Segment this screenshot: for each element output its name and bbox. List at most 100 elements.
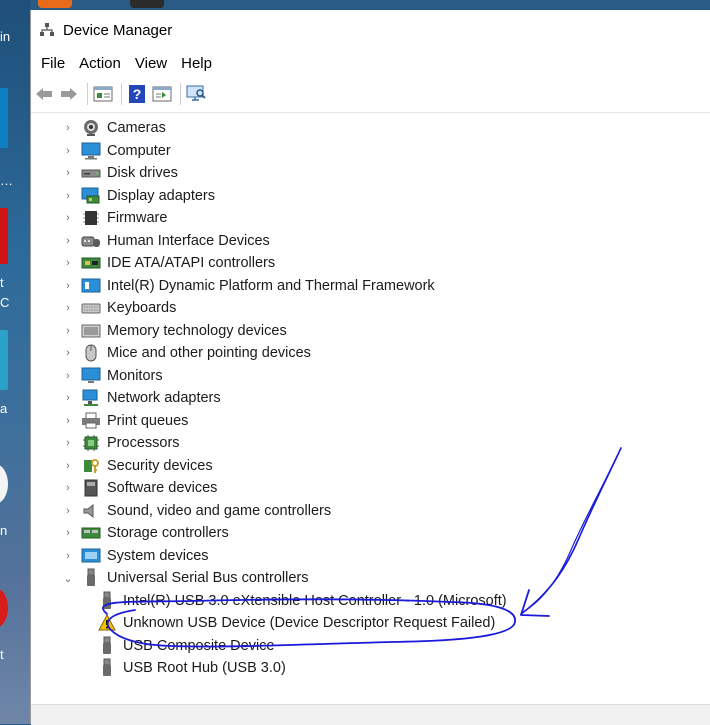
tree-item-intel-r-dynamic-platform-and-thermal-framework[interactable]: › Intel(R) Dynamic Platform and Thermal F… (61, 275, 435, 297)
device-manager-app-icon (39, 22, 55, 38)
toolbar-separator (121, 83, 122, 105)
tree-item-ide-ata-atapi-controllers[interactable]: › IDE ATA/ATAPI controllers (61, 252, 275, 274)
pinned-app-icon-dark[interactable] (130, 0, 164, 8)
display-adapter-icon (81, 187, 101, 205)
expand-chevron-icon[interactable]: › (61, 460, 75, 472)
expand-chevron-icon[interactable]: › (61, 280, 75, 292)
desktop-label: a (0, 401, 8, 416)
tree-item-label: Universal Serial Bus controllers (107, 570, 309, 586)
tree-item-label: Intel(R) Dynamic Platform and Thermal Fr… (107, 277, 435, 294)
desktop-icon-blue[interactable] (0, 88, 8, 148)
printer-icon (81, 412, 101, 430)
menu-view[interactable]: View (128, 55, 174, 72)
tree-item-memory-technology-devices[interactable]: › Memory technology devices (61, 320, 287, 342)
tree-item-security-devices[interactable]: › Security devices (61, 455, 212, 477)
tree-item-print-queues[interactable]: › Print queues (61, 410, 188, 432)
usb-icon (97, 636, 117, 655)
tree-item-keyboards[interactable]: › Keyboards (61, 297, 176, 319)
menu-help[interactable]: Help (174, 55, 219, 72)
expand-chevron-icon[interactable]: › (61, 145, 75, 157)
device-tree: › Cameras › Computer › Disk drives › Display ad… (31, 112, 710, 705)
tree-item-universal-serial-bus-controllers[interactable]: ⌄ Universal Serial Bus controllers (61, 567, 308, 589)
expand-chevron-icon[interactable]: › (61, 122, 75, 134)
menu-bar: File Action View Help (31, 50, 710, 76)
tree-item-display-adapters[interactable]: › Display adapters (61, 185, 215, 207)
hid-icon (81, 232, 101, 250)
expand-chevron-icon[interactable]: › (61, 482, 75, 494)
computer-icon (81, 142, 101, 160)
camera-icon (81, 119, 101, 137)
tree-item-human-interface-devices[interactable]: › Human Interface Devices (61, 230, 270, 252)
expand-chevron-icon[interactable]: › (61, 235, 75, 247)
monitor-icon (81, 367, 101, 385)
expand-chevron-icon[interactable]: › (61, 505, 75, 517)
tree-item-label: Human Interface Devices (107, 232, 270, 249)
title-bar[interactable]: Device Manager (31, 10, 710, 50)
expand-chevron-icon[interactable]: › (61, 257, 75, 269)
desktop-icon-teal[interactable] (0, 330, 8, 390)
desktop-background: in … t C a n t (0, 0, 30, 724)
collapse-chevron-icon[interactable]: ⌄ (61, 572, 75, 585)
tree-item-network-adapters[interactable]: › Network adapters (61, 387, 221, 409)
tree-item-label: Print queues (107, 412, 189, 429)
tree-item-usb-root-hub-usb-3-0[interactable]: USB Root Hub (USB 3.0) (91, 657, 286, 679)
expand-chevron-icon[interactable]: › (61, 212, 75, 224)
tree-item-label: Software devices (107, 480, 218, 496)
device-manager-window: Device Manager File Action View Help ? ›… (30, 10, 710, 725)
mouse-icon (81, 344, 101, 362)
tree-item-cameras[interactable]: › Cameras (61, 117, 166, 139)
tree-item-software-devices[interactable]: › Software devices (61, 477, 217, 499)
tree-item-computer[interactable]: › Computer (61, 140, 171, 162)
desktop-label: C (0, 295, 10, 310)
tree-item-unknown-usb-device-device-descriptor-request-failed[interactable]: Unknown USB Device (Device Descriptor Re… (91, 612, 495, 634)
tree-item-firmware[interactable]: › Firmware (61, 207, 167, 229)
tree-item-monitors[interactable]: › Monitors (61, 365, 163, 387)
help-icon[interactable]: ? (126, 83, 148, 105)
thermal-framework-icon (81, 277, 101, 295)
tree-item-mice-and-other-pointing-devices[interactable]: › Mice and other pointing devices (61, 342, 311, 364)
usb-icon (81, 568, 101, 587)
expand-chevron-icon[interactable]: › (61, 437, 75, 449)
expand-chevron-icon[interactable]: › (61, 550, 75, 562)
expand-chevron-icon[interactable]: › (61, 167, 75, 179)
tree-item-label: Disk drives (107, 165, 178, 181)
processor-icon (81, 434, 101, 452)
tree-item-processors[interactable]: › Processors (61, 432, 180, 454)
expand-chevron-icon[interactable]: › (61, 325, 75, 337)
tree-item-usb-composite-device[interactable]: USB Composite Device (91, 635, 275, 657)
expand-chevron-icon[interactable]: › (61, 190, 75, 202)
desktop-label: n (0, 523, 8, 538)
tree-item-label: Processors (107, 435, 180, 451)
desktop-icon-white-circle[interactable] (0, 464, 8, 504)
svg-text:?: ? (133, 86, 142, 102)
expand-chevron-icon[interactable]: › (61, 302, 75, 314)
tree-item-label: Network adapters (107, 390, 221, 406)
tree-item-system-devices[interactable]: › System devices (61, 545, 208, 567)
scan-hardware-icon[interactable] (185, 83, 207, 105)
properties-icon[interactable] (92, 83, 114, 105)
tree-item-sound-video-and-game-controllers[interactable]: › Sound, video and game controllers (61, 500, 331, 522)
expand-chevron-icon[interactable]: › (61, 527, 75, 539)
tree-item-intel-r-usb-3-0-extensible-host-controller-1-0-microsoft[interactable]: Intel(R) USB 3.0 eXtensible Host Control… (91, 590, 507, 612)
toolbar-separator (87, 83, 88, 105)
desktop-icon-red[interactable] (0, 208, 8, 264)
expand-chevron-icon[interactable]: › (61, 347, 75, 359)
update-driver-icon[interactable] (151, 83, 173, 105)
menu-action[interactable]: Action (72, 55, 128, 72)
tree-item-disk-drives[interactable]: › Disk drives (61, 162, 178, 184)
tree-item-storage-controllers[interactable]: › Storage controllers (61, 522, 229, 544)
tree-item-label: Intel(R) USB 3.0 eXtensible Host Control… (123, 592, 507, 609)
tree-item-label: IDE ATA/ATAPI controllers (107, 255, 276, 271)
forward-arrow-icon[interactable] (58, 83, 80, 105)
pinned-app-icon-orange[interactable] (38, 0, 72, 8)
network-adapter-icon (81, 389, 101, 407)
desktop-label: t (0, 275, 4, 290)
expand-chevron-icon[interactable]: › (61, 370, 75, 382)
desktop-icon-red-circle[interactable] (0, 588, 8, 628)
tree-item-label: Computer (107, 142, 171, 159)
expand-chevron-icon[interactable]: › (61, 392, 75, 404)
menu-file[interactable]: File (34, 55, 72, 72)
tree-item-label: Memory technology devices (107, 322, 287, 339)
expand-chevron-icon[interactable]: › (61, 415, 75, 427)
back-arrow-icon[interactable] (33, 83, 55, 105)
